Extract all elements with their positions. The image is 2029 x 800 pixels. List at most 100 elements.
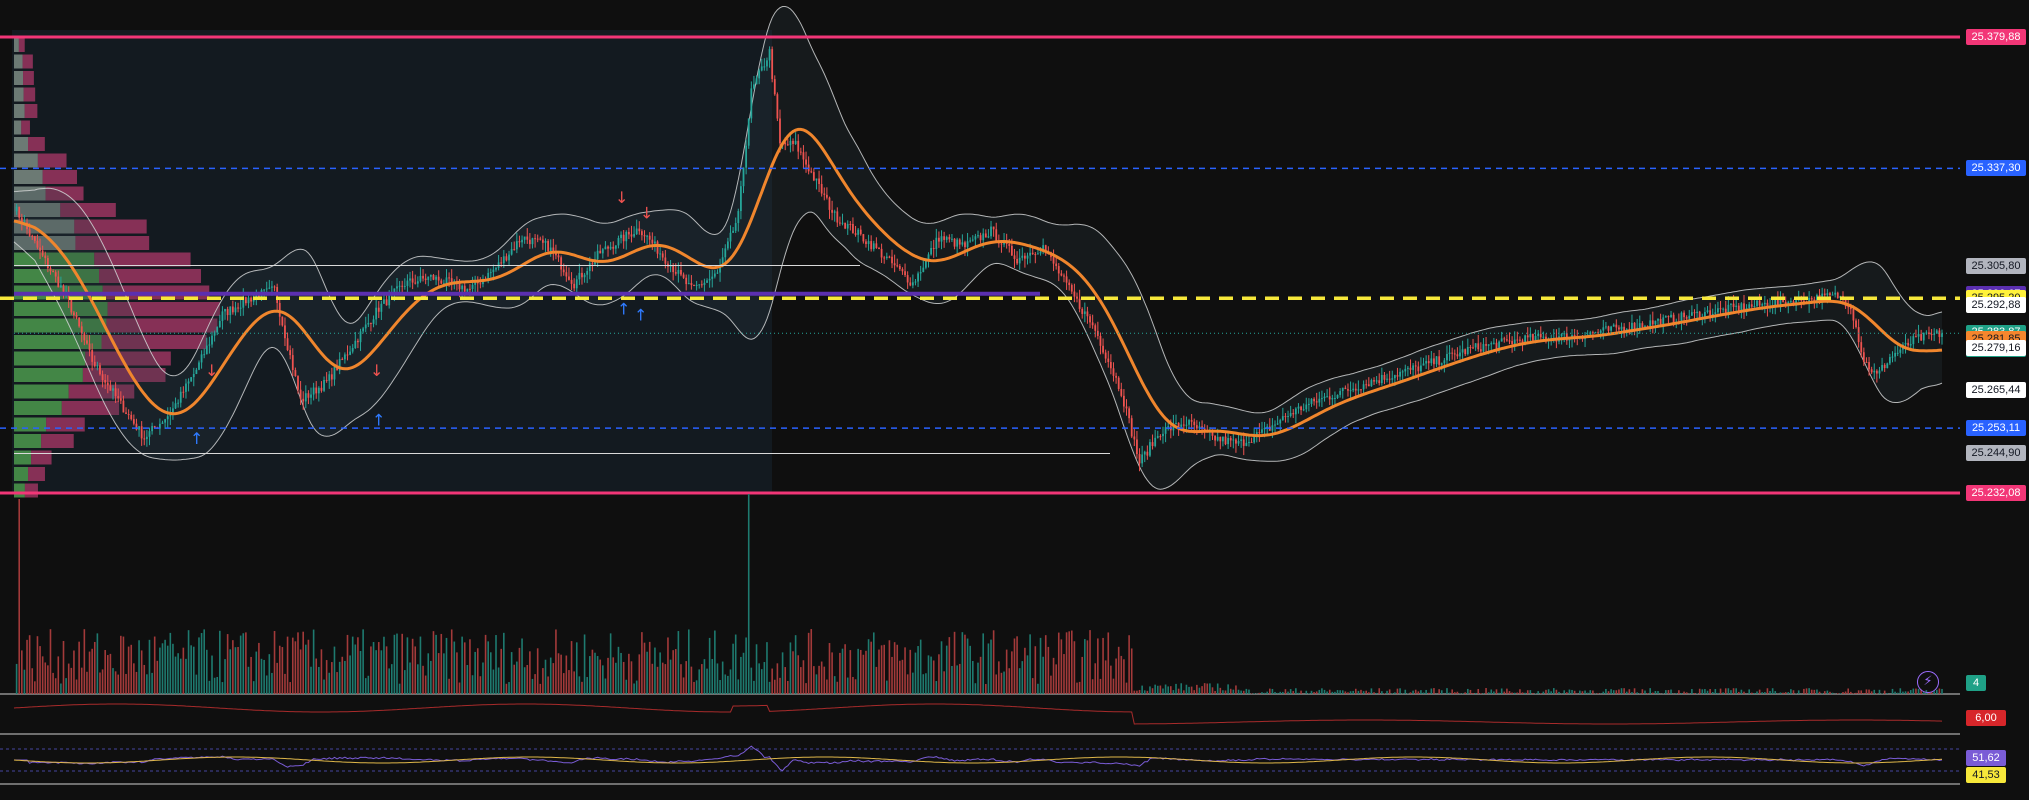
candle-body bbox=[896, 265, 899, 267]
candle-body bbox=[1529, 333, 1532, 338]
candle-body bbox=[1719, 308, 1722, 310]
volume-bar bbox=[1073, 641, 1076, 694]
candle-body bbox=[75, 315, 78, 318]
volume-bar bbox=[1193, 690, 1196, 694]
candle-body bbox=[73, 312, 75, 316]
volume-bar bbox=[964, 634, 966, 694]
volume-bar bbox=[192, 646, 195, 694]
candle-body bbox=[528, 239, 531, 245]
volume-bar bbox=[1081, 656, 1084, 694]
volume-bar bbox=[1899, 688, 1902, 694]
volume-bar bbox=[1610, 689, 1612, 694]
volume-bar bbox=[1529, 690, 1532, 694]
volume-bar bbox=[138, 640, 140, 694]
volume-bar bbox=[1203, 683, 1206, 694]
volume-bar bbox=[656, 666, 659, 694]
candle-body bbox=[1013, 255, 1016, 259]
volume-bar bbox=[755, 644, 758, 694]
candle-body bbox=[122, 400, 125, 413]
candle-body bbox=[166, 416, 169, 420]
volume-bar bbox=[612, 657, 615, 694]
candle-body bbox=[211, 335, 213, 345]
volume-bar bbox=[1190, 686, 1193, 694]
volume-bar bbox=[411, 638, 414, 694]
trading-chart[interactable]: ↓ ↓↓↓↑↑↑ ↑ bbox=[0, 0, 2029, 800]
volume-bar bbox=[568, 670, 570, 694]
candle-body bbox=[883, 257, 886, 259]
candle-body bbox=[1224, 436, 1227, 445]
volume-bar bbox=[768, 681, 771, 694]
candle-body bbox=[164, 419, 167, 423]
candle-body bbox=[1472, 347, 1474, 349]
volume-bar bbox=[1099, 678, 1102, 694]
volume-bar bbox=[1646, 693, 1649, 694]
volume-bar bbox=[695, 680, 698, 694]
candle-body bbox=[568, 276, 570, 280]
candle-body bbox=[1526, 335, 1529, 338]
candle-body bbox=[396, 286, 398, 289]
candle-body bbox=[797, 140, 800, 152]
volume-bar bbox=[1141, 685, 1143, 694]
profile-bar-up bbox=[14, 401, 62, 415]
volume-bar bbox=[1383, 693, 1386, 694]
volume-bar bbox=[839, 652, 841, 694]
volume-bar bbox=[148, 639, 151, 694]
volume-bar bbox=[1865, 689, 1868, 694]
candle-body bbox=[1469, 347, 1472, 349]
candle-body bbox=[1513, 339, 1516, 345]
candle-body bbox=[370, 322, 372, 324]
candle-body bbox=[1091, 322, 1094, 326]
volume-bar bbox=[643, 642, 646, 694]
candle-body bbox=[93, 361, 96, 367]
candle-body bbox=[1935, 330, 1938, 334]
candle-body bbox=[1406, 367, 1409, 369]
volume-bar bbox=[417, 664, 419, 694]
volume-bar bbox=[1047, 646, 1050, 694]
volume-bar bbox=[966, 638, 969, 694]
volume-bar bbox=[1693, 693, 1696, 694]
candle-body bbox=[922, 267, 925, 273]
volume-bar bbox=[1263, 692, 1266, 694]
candle-body bbox=[1482, 344, 1485, 352]
volume-bar bbox=[1597, 693, 1599, 694]
lightning-icon[interactable]: ⚡ bbox=[1917, 671, 1939, 693]
volume-bar bbox=[521, 638, 523, 694]
volume-bar bbox=[1771, 688, 1774, 694]
volume-bar bbox=[52, 672, 54, 694]
candle-body bbox=[461, 285, 464, 290]
candle-body bbox=[1605, 326, 1607, 328]
volume-bar bbox=[34, 681, 36, 694]
candle-body bbox=[1414, 365, 1417, 367]
volume-bar bbox=[252, 681, 255, 694]
candle-body bbox=[1537, 333, 1540, 336]
volume-bar bbox=[1224, 690, 1227, 694]
volume-bar bbox=[813, 666, 815, 694]
volume-bar bbox=[859, 649, 862, 694]
volume-bar bbox=[771, 668, 773, 694]
candle-body bbox=[531, 238, 534, 245]
candle-body bbox=[1435, 356, 1438, 365]
volume-bar bbox=[1336, 690, 1339, 694]
volume-bar bbox=[302, 631, 304, 694]
volume-bar bbox=[1894, 691, 1896, 694]
volume-bar bbox=[1446, 688, 1448, 694]
volume-bar bbox=[1063, 654, 1065, 694]
candle-body bbox=[1487, 344, 1490, 346]
candle-body bbox=[1102, 345, 1104, 353]
profile-bar-down bbox=[37, 153, 67, 168]
candle-body bbox=[132, 419, 135, 424]
volume-bar bbox=[787, 680, 789, 694]
volume-bar bbox=[914, 652, 917, 694]
candle-body bbox=[815, 178, 818, 181]
volume-bar bbox=[456, 652, 458, 694]
candle-body bbox=[1315, 401, 1318, 403]
candle-body bbox=[940, 236, 943, 242]
candle-body bbox=[1271, 425, 1274, 431]
candle-body bbox=[1287, 416, 1289, 418]
candle-body bbox=[1115, 375, 1117, 378]
volume-bar bbox=[469, 639, 471, 694]
volume-bar bbox=[177, 653, 179, 694]
volume-bar bbox=[979, 656, 982, 694]
volume-bar bbox=[1737, 691, 1740, 694]
volume-bar bbox=[482, 662, 484, 694]
